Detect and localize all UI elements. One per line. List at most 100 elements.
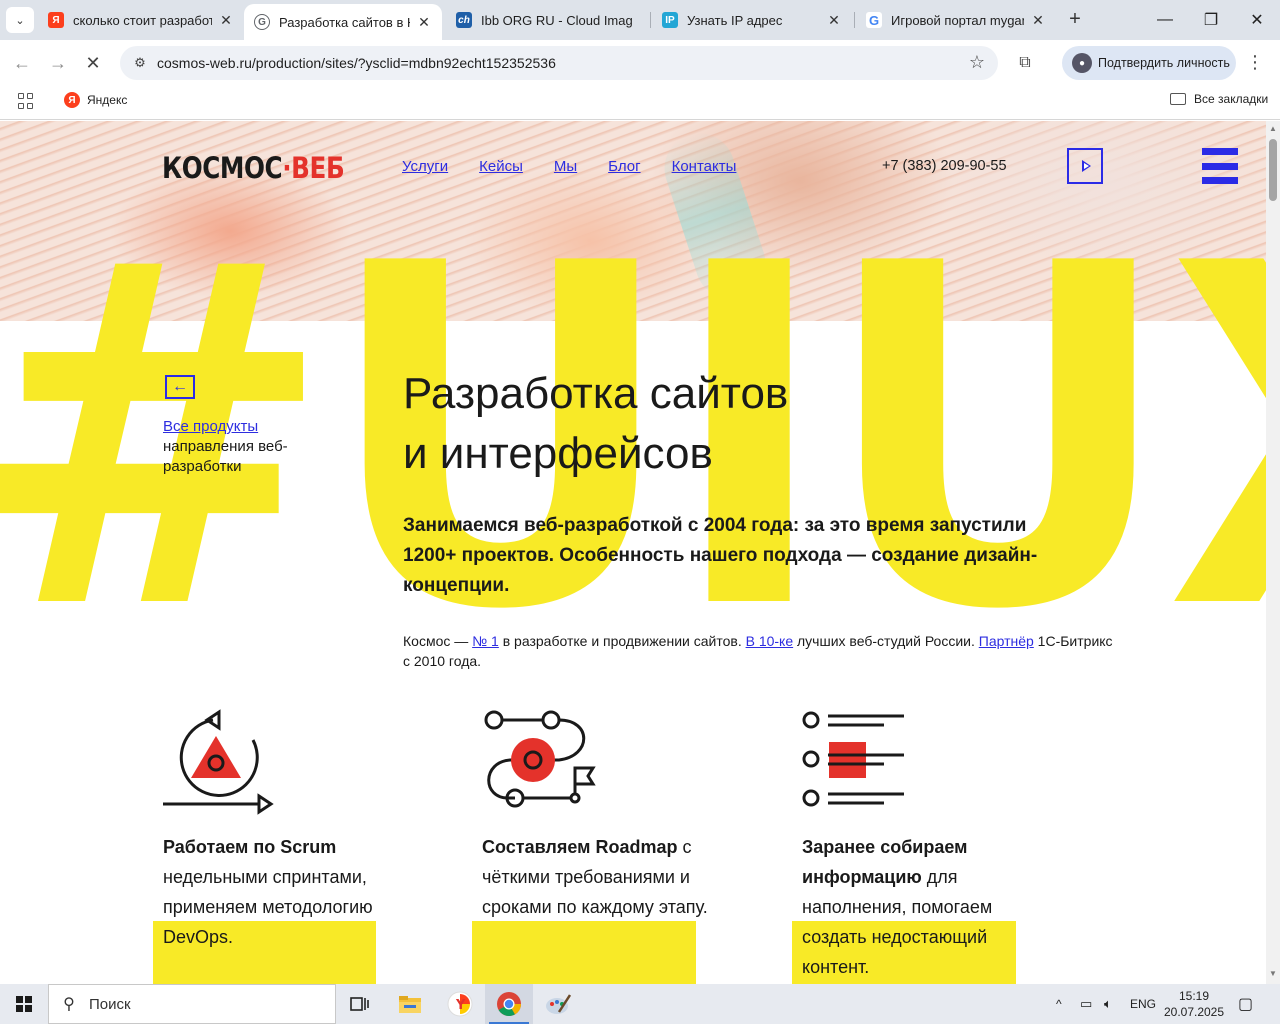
checklist-icon (802, 711, 904, 807)
lead-text: Занимаемся веб-разработкой с 2004 года: … (403, 515, 1038, 596)
bookmark-star-icon[interactable]: ☆ (969, 52, 985, 73)
tab-4[interactable]: G Игровой портал mygam ✕ (856, 0, 1056, 40)
network-icon[interactable]: ▭ (1080, 984, 1092, 1024)
arrow-left-icon: ← (13, 52, 31, 73)
tab-title: сколько стоит разработк (73, 12, 212, 28)
start-button[interactable] (0, 984, 48, 1024)
scroll-up-icon[interactable]: ▲ (1269, 124, 1277, 133)
feature-desc: недельными спринтами, применяем методоло… (163, 867, 373, 947)
close-icon: ✕ (85, 52, 101, 73)
browser-toolbar: ← → ✕ ⚙ cosmos-web.ru/production/sites/?… (0, 40, 1280, 85)
taskbar-search[interactable]: ⚲ Поиск (48, 984, 336, 1024)
feature-content: Заранее собираем информацию для наполнен… (802, 706, 1052, 977)
taskbar-explorer[interactable] (386, 984, 434, 1024)
bookmark-yandex[interactable]: Я Яндекс (64, 92, 127, 108)
feature-title: Работаем по Scrum (163, 837, 337, 857)
taskbar-clock[interactable]: 15:19 20.07.2025 (1162, 988, 1226, 1020)
tab-separator (854, 12, 855, 28)
close-tab-icon[interactable]: ✕ (218, 12, 234, 28)
note-text: Космос — № 1 в разработке и продвижении … (403, 631, 1123, 671)
profile-button[interactable]: ● Подтвердить личность (1062, 46, 1236, 80)
back-to-products-button[interactable]: ← (165, 375, 195, 399)
folder-icon (399, 996, 421, 1013)
burger-icon (1202, 148, 1238, 155)
title-line2: и интерфейсов (403, 429, 713, 478)
arrow-right-icon: → (49, 52, 67, 73)
tab-search-button[interactable]: ⌄ (6, 7, 34, 33)
all-bookmarks-button[interactable]: Все закладки (1170, 92, 1268, 106)
page-scrollbar[interactable]: ▲ ▼ (1266, 121, 1280, 984)
avatar: ● (1072, 53, 1092, 73)
close-window-button[interactable]: ✕ (1234, 0, 1280, 40)
note-part: в разработке и продвижении сайтов. (498, 633, 746, 649)
scrollbar-thumb[interactable] (1269, 139, 1277, 201)
top10-link[interactable]: В 10-ке (746, 633, 794, 649)
yandex-icon: Я (64, 92, 80, 108)
plus-icon: + (1069, 7, 1081, 30)
close-icon: ✕ (1250, 12, 1264, 29)
task-view-button[interactable] (336, 984, 384, 1024)
close-tab-icon[interactable]: ✕ (1030, 12, 1046, 28)
site-favicon-icon: G (254, 14, 270, 30)
clock-time: 15:19 (1178, 989, 1210, 1003)
extensions-icon[interactable]: ⧉ (1014, 52, 1036, 74)
page-title: Разработка сайтов и интерфейсов (403, 364, 788, 484)
restore-icon: ❐ (1203, 12, 1219, 29)
all-products-link[interactable]: Все продукты (163, 417, 313, 437)
taskbar-chrome[interactable] (485, 984, 533, 1024)
notifications-icon[interactable]: ▢ (1238, 984, 1253, 1024)
back-button[interactable]: ← (9, 50, 35, 76)
folder-icon (1170, 93, 1186, 105)
taskbar-yandex-browser[interactable]: Y (436, 984, 484, 1024)
minimize-button[interactable]: — (1142, 0, 1188, 40)
scrum-cycle-icon (163, 709, 274, 815)
tab-title: Узнать IP адрес (687, 12, 783, 28)
taskbar-paint[interactable] (534, 984, 582, 1024)
tab-title: Разработка сайтов в Но (279, 14, 410, 30)
arrow-left-icon: ← (172, 378, 188, 395)
clock-date: 20.07.2025 (1163, 1005, 1225, 1019)
taskbar-search-placeholder: Поиск (89, 995, 131, 1013)
windows-logo-icon (16, 996, 32, 1012)
svg-text:Y: Y (455, 998, 466, 1013)
tab-3[interactable]: IP Узнать IP адрес ✕ (652, 0, 852, 40)
back-block: Все продукты направления веб-разработки (163, 417, 313, 477)
address-url: cosmos-web.ru/production/sites/?ysclid=m… (157, 55, 556, 71)
profile-label: Подтвердить личность (1098, 56, 1230, 70)
bookmark-label: Все закладки (1194, 92, 1269, 106)
tab-0[interactable]: Я сколько стоит разработк ✕ (38, 0, 244, 40)
tab-1-active[interactable]: G Разработка сайтов в Но ✕ (244, 4, 442, 40)
tray-overflow-icon[interactable]: ^ (1056, 984, 1062, 1024)
chevron-down-icon: ⌄ (15, 14, 25, 27)
stop-button[interactable]: ✕ (80, 50, 106, 76)
google-favicon-icon: G (866, 12, 882, 28)
forward-button[interactable]: → (45, 50, 71, 76)
scroll-down-icon[interactable]: ▼ (1269, 969, 1277, 978)
note-part: Космос — (403, 633, 473, 649)
apps-grid-icon[interactable] (18, 93, 34, 109)
address-bar[interactable]: ⚙ cosmos-web.ru/production/sites/?ysclid… (120, 46, 998, 80)
search-icon: ⚲ (63, 996, 75, 1013)
volume-icon[interactable]: 🔈︎ (1104, 984, 1112, 1024)
new-tab-button[interactable]: + (1064, 8, 1086, 30)
bookmarks-bar: Я Яндекс Все закладки (0, 85, 1280, 120)
tab-separator (650, 12, 651, 28)
feature-roadmap: Составляем Roadmap с чёткими требованиям… (482, 706, 732, 917)
yandex-browser-icon: Y (447, 991, 473, 1017)
close-tab-icon[interactable]: ✕ (826, 12, 842, 28)
feature-title: Составляем Roadmap (482, 837, 678, 857)
tab-strip: ⌄ Я сколько стоит разработк ✕ G Разработ… (0, 0, 1280, 40)
ip-favicon-icon: IP (662, 12, 678, 28)
menu-kebab-icon[interactable]: ⋮ (1246, 52, 1264, 73)
paint-icon (546, 994, 571, 1014)
site-settings-icon[interactable]: ⚙ (131, 54, 149, 72)
rank-link[interactable]: № 1 (472, 633, 499, 649)
title-line1: Разработка сайтов (403, 369, 789, 418)
restore-button[interactable]: ❐ (1188, 0, 1234, 40)
language-indicator[interactable]: ENG (1130, 984, 1156, 1024)
partner-link[interactable]: Партнёр (979, 633, 1034, 649)
tab-title: Ibb ORG RU - Cloud Imag (481, 12, 633, 28)
close-tab-icon[interactable]: ✕ (416, 14, 432, 30)
task-view-icon (350, 997, 369, 1011)
tab-2[interactable]: ch Ibb ORG RU - Cloud Imag (446, 0, 648, 40)
